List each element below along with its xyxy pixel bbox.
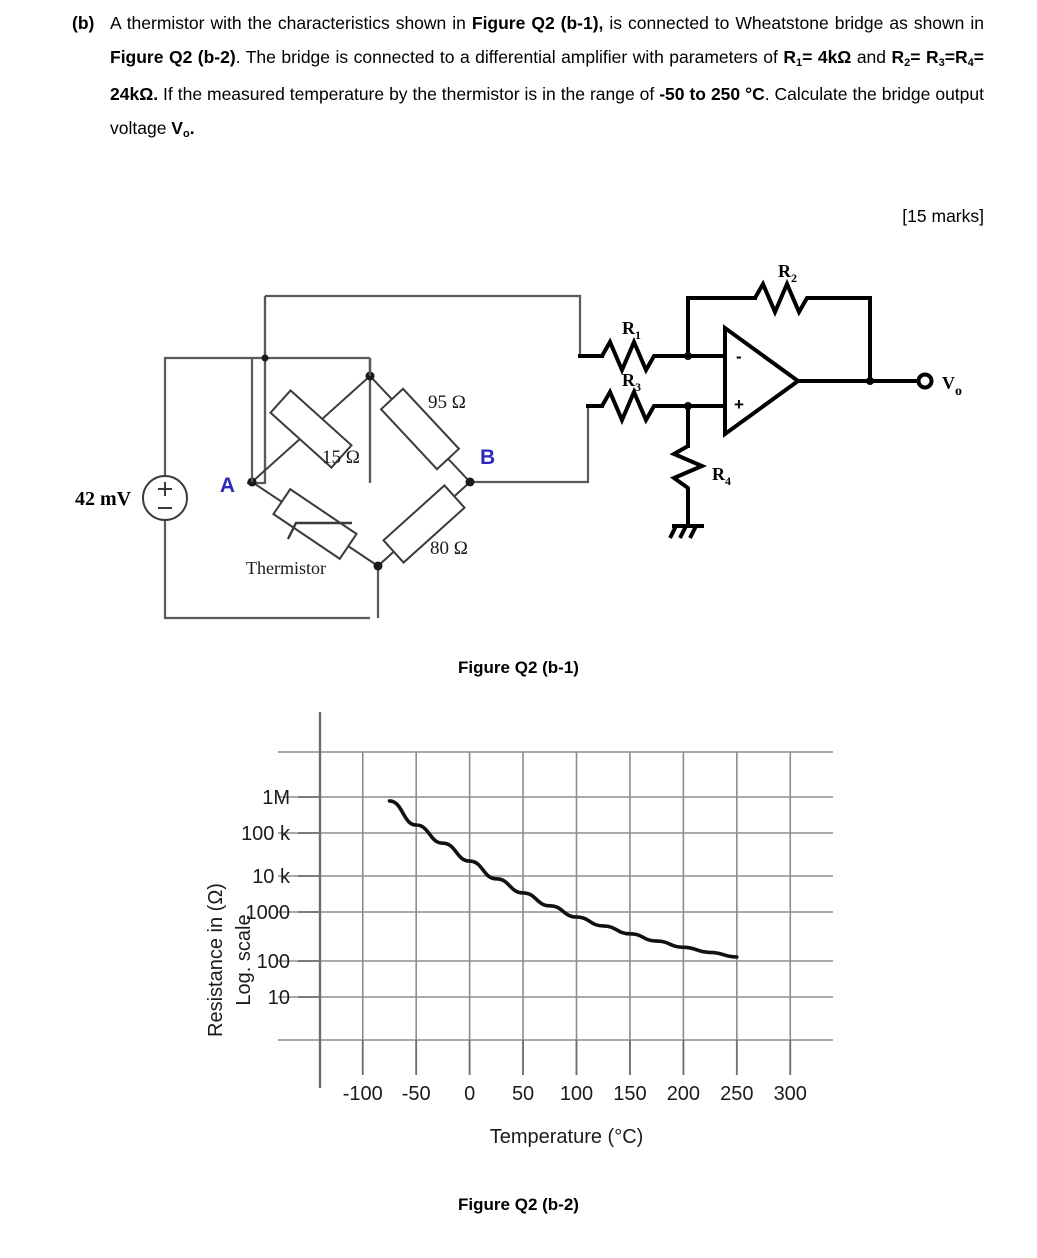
output-terminal-icon	[916, 372, 934, 390]
x-tick-label-4: 100	[560, 1083, 593, 1105]
dot-output-node	[866, 377, 874, 385]
question-segment: -50 to 250 °C	[659, 84, 765, 104]
op-amp-triangle	[723, 324, 802, 438]
chart-axes	[298, 712, 792, 1088]
x-tick-label-7: 250	[720, 1083, 753, 1105]
bridge-frame	[247, 296, 267, 485]
page-root: (b) A thermistor with the characteristic…	[0, 0, 1037, 1258]
question-text: A thermistor with the characteristics sh…	[110, 6, 984, 148]
node-b-label: B	[480, 446, 495, 469]
y-axis-title: Resistance in (Ω)	[205, 883, 227, 1037]
wire-b-to-r3	[468, 406, 590, 484]
voltage-source	[142, 475, 188, 521]
thermistor-chart: 10 100 1000 10 k 100 k 1M -100 -50 0 50 100 150 200 2…	[0, 700, 1037, 1160]
x-axis-title: Temperature (°C)	[490, 1126, 644, 1148]
x-tick-label-5: 150	[613, 1083, 646, 1105]
resistor-r1-symbol	[600, 336, 660, 376]
question-block: (b) A thermistor with the characteristic…	[72, 6, 984, 226]
wire-fb-right	[813, 296, 872, 383]
question-segment: Figure Q2 (b-2)	[110, 47, 236, 67]
resistor-r4-label: R4	[712, 464, 731, 488]
chart-tick-labels: 10100100010 k100 k1M-100 -50 0 50 100 150 200 2…	[241, 787, 807, 1105]
x-tick-label-3: 50	[512, 1083, 534, 1105]
wire-left-rail-a	[247, 296, 267, 485]
question-segment: A thermistor with the characteristics sh…	[110, 13, 472, 33]
y-tick-label-5: 1M	[262, 787, 290, 809]
node-b-dot	[465, 477, 475, 487]
resistor-15ohm-label: 15 Ω	[322, 447, 360, 468]
x-tick-label-0: -100	[343, 1083, 383, 1105]
question-segment: Figure Q2 (b-1),	[471, 13, 604, 33]
resistor-80ohm-label: 80 Ω	[430, 538, 468, 559]
resistor-r3-symbol	[600, 386, 660, 426]
y-tick-label-1: 100	[257, 951, 290, 973]
ground-icon	[668, 524, 704, 539]
y-axis-subtitle: Log. scale	[233, 914, 255, 1005]
x-tick-label-2: 0	[464, 1083, 475, 1105]
question-segment: Vo.	[171, 118, 195, 140]
node-rail-dot	[261, 354, 269, 362]
resistor-r1-label: R1	[622, 318, 641, 342]
chart-gridlines	[278, 751, 833, 1075]
y-tick-label-4: 100 k	[241, 823, 291, 845]
x-tick-label-6: 200	[667, 1083, 700, 1105]
question-segment: is connected to Wheatstone bridge as sho…	[603, 13, 985, 33]
circuit-diagram: 42 mV A B 15 Ω 95 Ω 80 Ω Thermistor - + …	[0, 258, 1037, 638]
output-voltage-label: Vo	[942, 373, 962, 399]
question-segment: and	[851, 47, 892, 67]
thermistor-label: Thermistor	[246, 558, 326, 578]
bridge-resistor-boxes	[269, 387, 466, 564]
question-segment: . The bridge is connected to a different…	[235, 47, 784, 67]
caption-figure-b1: Figure Q2 (b-1)	[458, 658, 579, 677]
x-tick-label-1: -50	[402, 1083, 431, 1105]
y-tick-label-0: 10	[268, 987, 290, 1009]
resistor-r4-symbol	[669, 444, 708, 496]
wire-top-to-r1	[265, 294, 582, 356]
question-segment: R1= 4kΩ	[783, 47, 852, 69]
resistor-r3-label: R3	[622, 370, 641, 394]
caption-figure-b2: Figure Q2 (b-2)	[458, 1195, 579, 1214]
question-label: (b)	[72, 13, 95, 33]
op-amp-inverting-input-label: -	[736, 347, 742, 366]
resistor-95ohm-label: 95 Ω	[428, 392, 466, 413]
question-segment: If the measured temperature by the therm…	[158, 84, 660, 104]
op-amp-noninverting-input-label: +	[734, 395, 744, 414]
dot-inv-node	[684, 352, 692, 360]
node-bottom-dot	[373, 561, 383, 571]
x-tick-label-8: 300	[774, 1083, 807, 1105]
question-row: (b) A thermistor with the characteristic…	[72, 6, 984, 148]
marks-note: [15 marks]	[902, 206, 984, 226]
dot-noninv-node	[684, 402, 692, 410]
y-tick-label-3: 10 k	[252, 866, 291, 888]
source-voltage-label: 42 mV	[75, 488, 132, 510]
thermistor-curve	[387, 799, 739, 959]
resistor-r2-symbol	[753, 278, 815, 318]
node-a-label: A	[220, 474, 235, 497]
